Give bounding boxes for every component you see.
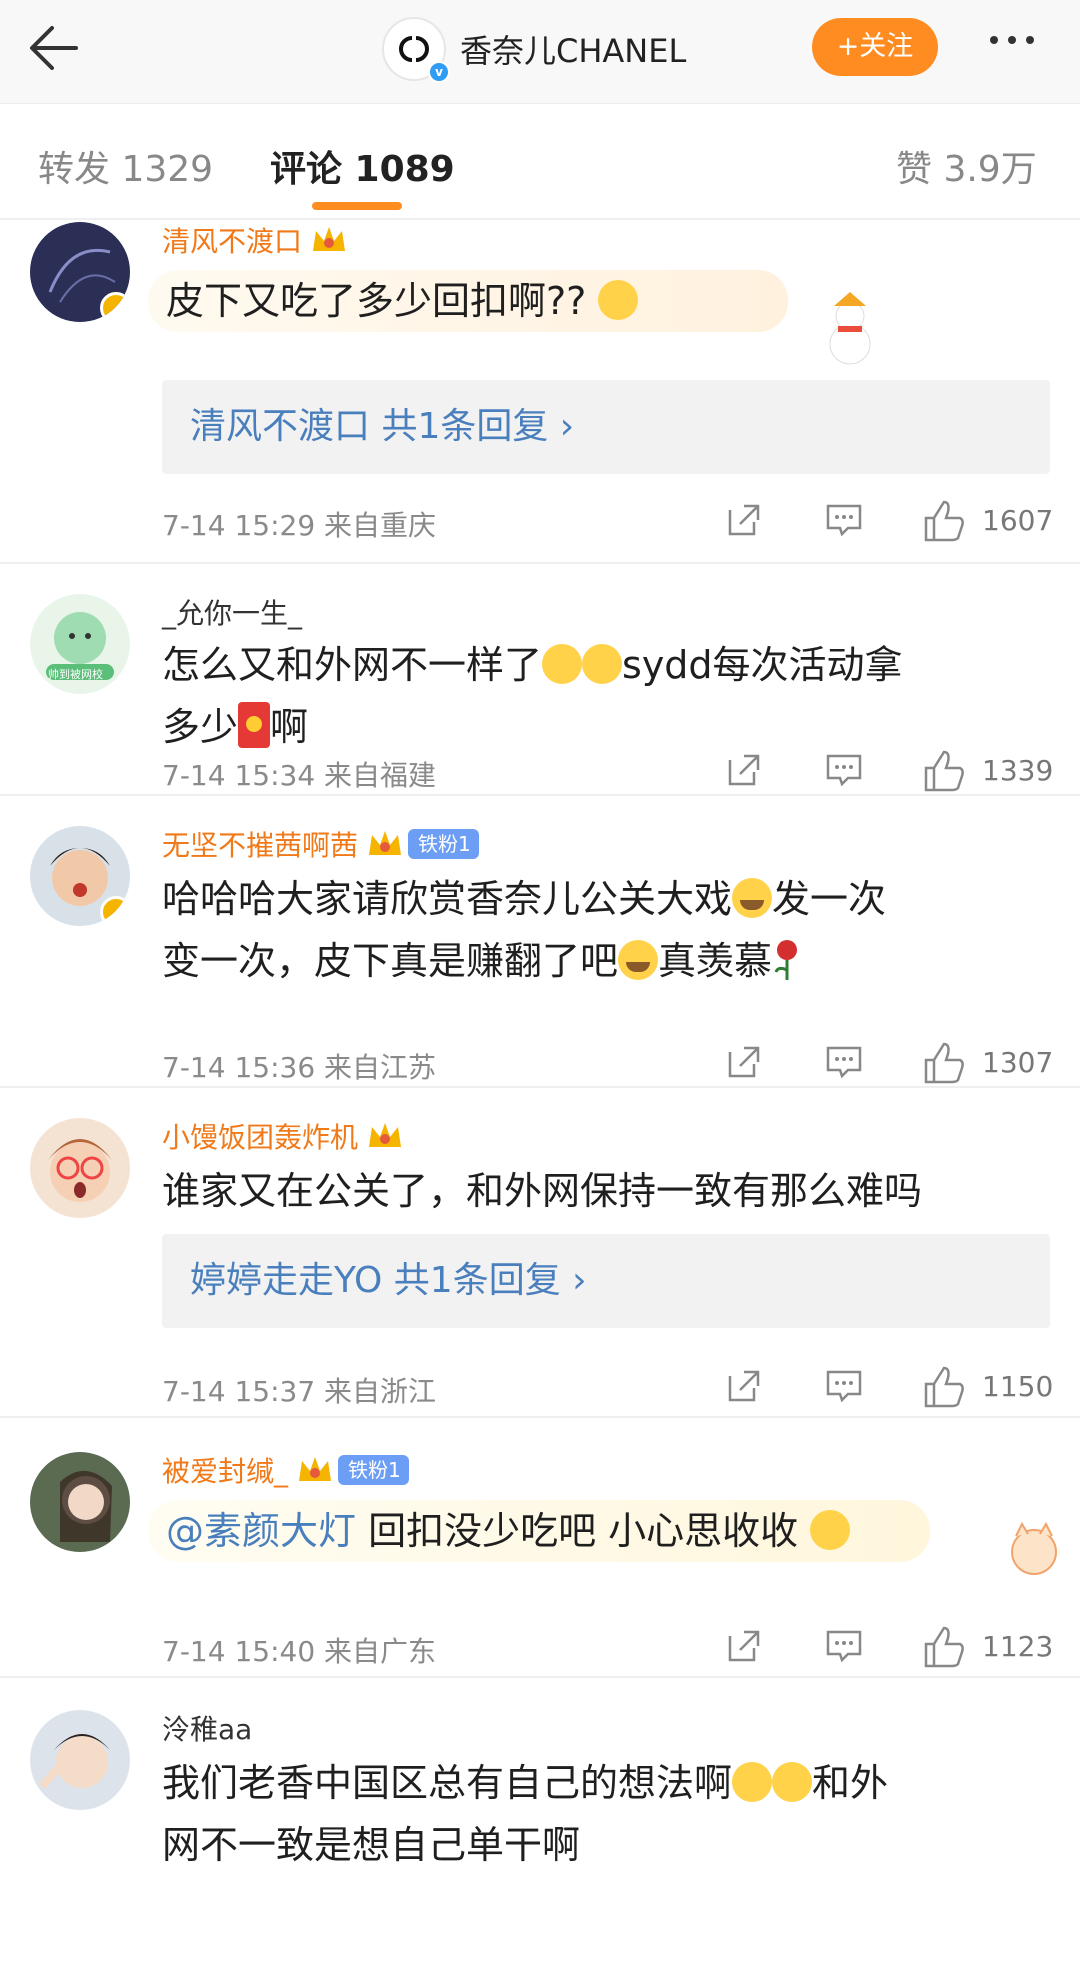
comment-icon[interactable] bbox=[824, 1366, 864, 1406]
tab-likes[interactable]: 赞 3.9万 bbox=[896, 140, 1037, 192]
cat-sticker-icon bbox=[1011, 1521, 1057, 1575]
smile-emoji-icon bbox=[542, 644, 583, 684]
username-text[interactable]: 无坚不摧茜啊茜 bbox=[162, 824, 358, 864]
like-icon[interactable] bbox=[922, 748, 968, 794]
share-icon[interactable] bbox=[724, 500, 764, 540]
comment-item[interactable]: 清风不渡口 皮下又吃了多少回扣啊?? 清风不渡口 共1条回复 › 7-14 15… bbox=[0, 222, 1080, 564]
chanel-logo-icon bbox=[399, 36, 429, 62]
snowman-sticker-icon bbox=[829, 292, 871, 365]
comment-item[interactable]: 无坚不摧茜啊茜 铁粉1 哈哈哈大家请欣赏香奈儿公关大戏 发一次 变一次，皮下真是赚… bbox=[0, 796, 1080, 1088]
vip-badge-icon bbox=[100, 292, 130, 322]
more-options-icon[interactable] bbox=[990, 36, 1034, 44]
username-text[interactable]: 被爱封缄_ bbox=[162, 1450, 288, 1490]
comment-item[interactable]: 小馒饭团轰炸机 谁家又在公关了，和外网保持一致有那么难吗 婷婷走走YO 共1条回… bbox=[0, 1088, 1080, 1418]
username[interactable]: 小馒饭团轰炸机 bbox=[162, 1116, 1050, 1156]
comment-icon[interactable] bbox=[824, 750, 864, 790]
tab-comments[interactable]: 评论 1089 bbox=[270, 140, 455, 192]
laugh-tears-emoji-icon bbox=[618, 940, 659, 980]
comment-meta: 7-14 15:36 来自江苏 1307 bbox=[162, 1042, 1054, 1086]
smile-emoji-icon bbox=[582, 644, 623, 684]
share-icon[interactable] bbox=[724, 1626, 764, 1666]
like-icon[interactable] bbox=[922, 1624, 968, 1670]
like-count: 1123 bbox=[982, 1630, 1054, 1663]
avatar[interactable] bbox=[30, 826, 130, 926]
username[interactable]: _允你一生_ bbox=[162, 592, 1050, 632]
reply-summary[interactable]: 清风不渡口 共1条回复 › bbox=[162, 380, 1050, 474]
avatar[interactable] bbox=[30, 222, 130, 322]
verified-badge-icon: v bbox=[428, 61, 450, 83]
timestamp-location: 7-14 15:36 来自江苏 bbox=[162, 1051, 437, 1084]
comment-icon[interactable] bbox=[824, 1042, 864, 1082]
account-header[interactable]: v 香奈儿CHANEL bbox=[382, 14, 686, 84]
timestamp-location: 7-14 15:40 来自广东 bbox=[162, 1635, 437, 1668]
comment-text: 皮下又吃了多少回扣啊?? bbox=[148, 270, 789, 332]
comment-item[interactable]: 帅到被网校 _允你一生_ 怎么又和外网不一样了 sydd每次活动拿 多少啊 7-1… bbox=[0, 564, 1080, 796]
username-text[interactable]: 清风不渡口 bbox=[162, 220, 302, 260]
share-icon[interactable] bbox=[724, 1042, 764, 1082]
red-envelope-icon bbox=[238, 702, 271, 748]
tab-repost[interactable]: 转发 1329 bbox=[38, 140, 213, 192]
avatar[interactable]: 帅到被网校 bbox=[30, 594, 130, 694]
share-icon[interactable] bbox=[724, 750, 764, 790]
comment-text: 怎么又和外网不一样了 sydd每次活动拿 多少啊 bbox=[162, 643, 903, 749]
like-icon[interactable] bbox=[922, 1364, 968, 1410]
crown-badge-icon bbox=[369, 831, 402, 855]
username[interactable]: 泠稚aa bbox=[162, 1708, 1050, 1748]
like-count: 1339 bbox=[982, 754, 1054, 787]
smile-emoji-icon bbox=[810, 1510, 851, 1550]
reply-summary[interactable]: 婷婷走走YO 共1条回复 › bbox=[162, 1234, 1050, 1328]
username[interactable]: 清风不渡口 bbox=[162, 220, 1050, 260]
timestamp-location: 7-14 15:29 来自重庆 bbox=[162, 509, 437, 542]
avatar[interactable] bbox=[30, 1118, 130, 1218]
active-tab-indicator bbox=[312, 202, 402, 210]
comment-meta: 7-14 15:29 来自重庆 1607 bbox=[162, 500, 1054, 544]
like-count: 1607 bbox=[982, 504, 1054, 537]
timestamp-location: 7-14 15:37 来自浙江 bbox=[162, 1375, 437, 1408]
fan-level-badge: 铁粉1 bbox=[408, 829, 479, 859]
username[interactable]: 无坚不摧茜啊茜 铁粉1 bbox=[162, 824, 1050, 864]
like-icon[interactable] bbox=[922, 498, 968, 544]
chanel-logo-avatar: v bbox=[382, 17, 450, 83]
account-name: 香奈儿CHANEL bbox=[460, 32, 687, 70]
comment-item[interactable]: 被爱封缄_ 铁粉1 @素颜大灯 回扣没少吃吧 小心思收收 7-14 15:40 … bbox=[0, 1418, 1080, 1678]
like-count: 1150 bbox=[982, 1370, 1054, 1403]
comment-list: 清风不渡口 皮下又吃了多少回扣啊?? 清风不渡口 共1条回复 › 7-14 15… bbox=[0, 222, 1080, 1928]
fan-level-badge: 铁粉1 bbox=[338, 1455, 409, 1485]
laugh-tears-emoji-icon bbox=[732, 878, 773, 918]
comment-meta: 7-14 15:40 来自广东 1123 bbox=[162, 1626, 1054, 1670]
share-icon[interactable] bbox=[724, 1366, 764, 1406]
crown-badge-icon bbox=[369, 1123, 402, 1147]
username-text[interactable]: 小馒饭团轰炸机 bbox=[162, 1116, 358, 1156]
comment-text: 我们老香中国区总有自己的想法啊 和外 网不一致是想自己单干啊 bbox=[162, 1761, 889, 1867]
avatar[interactable] bbox=[30, 1710, 130, 1810]
comment-meta: 7-14 15:37 来自浙江 1150 bbox=[162, 1366, 1054, 1410]
avatar[interactable] bbox=[30, 1452, 130, 1552]
top-bar: v 香奈儿CHANEL +关注 bbox=[0, 0, 1080, 104]
back-arrow-icon[interactable] bbox=[24, 20, 88, 76]
comment-text: 谁家又在公关了，和外网保持一致有那么难吗 bbox=[162, 1169, 923, 1213]
flushed-emoji-icon bbox=[732, 1762, 773, 1802]
comment-icon[interactable] bbox=[824, 500, 864, 540]
avatar-caption: 帅到被网校 bbox=[48, 668, 103, 681]
rose-emoji-icon bbox=[774, 940, 798, 980]
comment-text: 哈哈哈大家请欣赏香奈儿公关大戏 发一次 变一次，皮下真是赚翻了吧 真羡慕 bbox=[162, 877, 887, 983]
like-count: 1307 bbox=[982, 1046, 1054, 1079]
smirk-emoji-icon bbox=[598, 280, 639, 320]
like-icon[interactable] bbox=[922, 1040, 968, 1086]
comment-text: @素颜大灯 回扣没少吃吧 小心思收收 bbox=[148, 1500, 931, 1562]
crown-badge-icon bbox=[299, 1457, 332, 1481]
timestamp-location: 7-14 15:34 来自福建 bbox=[162, 759, 437, 792]
tab-bar: 转发 1329 评论 1089 赞 3.9万 bbox=[0, 104, 1080, 220]
comment-item[interactable]: 泠稚aa 我们老香中国区总有自己的想法啊 和外 网不一致是想自己单干啊 bbox=[0, 1678, 1080, 1928]
follow-button[interactable]: +关注 bbox=[812, 18, 938, 76]
crown-badge-icon bbox=[313, 227, 346, 251]
comment-meta: 7-14 15:34 来自福建 1339 bbox=[162, 750, 1054, 794]
username[interactable]: 被爱封缄_ 铁粉1 bbox=[162, 1450, 1050, 1490]
flushed-emoji-icon bbox=[772, 1762, 813, 1802]
comment-icon[interactable] bbox=[824, 1626, 864, 1666]
mention-link[interactable]: @素颜大灯 bbox=[166, 1509, 356, 1553]
vip-badge-icon bbox=[100, 896, 130, 926]
